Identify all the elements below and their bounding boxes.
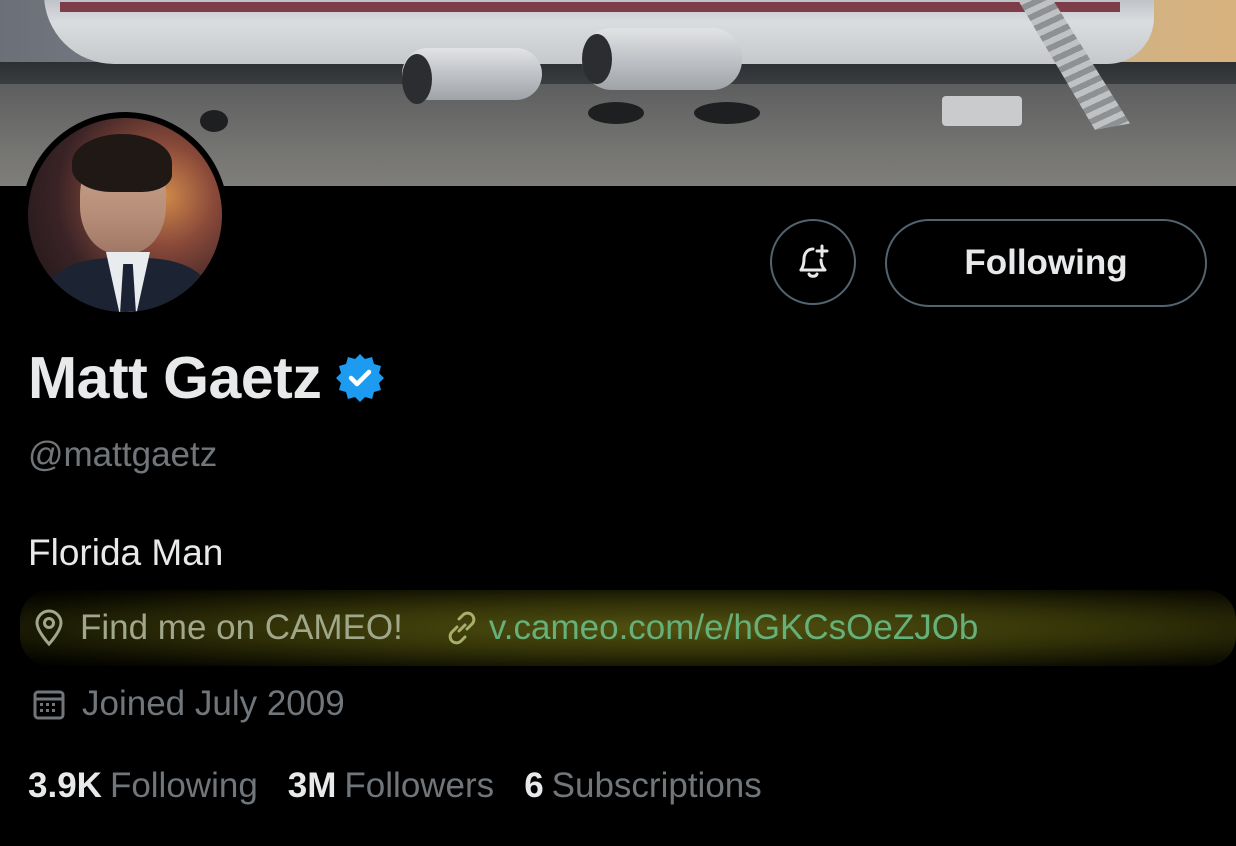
joined-row: Joined July 2009 [30, 684, 345, 724]
airplane-engine-right [582, 28, 742, 90]
stat-subscriptions-count: 6 [524, 766, 544, 805]
location-url-row: Find me on CAMEO! v.cameo.com/e/hGKCsOeZ… [30, 608, 978, 648]
location-pin-icon [35, 609, 63, 647]
username-handle: @mattgaetz [28, 435, 218, 474]
stat-followers-count: 3M [287, 766, 337, 805]
profile-stats: 3.9K Following 3M Followers 6 Subscriptions [28, 766, 792, 806]
stat-following-label: Following [109, 766, 258, 805]
stat-following-count: 3.9K [28, 766, 102, 805]
link-icon [448, 611, 476, 645]
avatar-photo [28, 118, 222, 312]
notifications-button[interactable] [770, 219, 856, 305]
verified-badge-icon[interactable] [335, 353, 385, 403]
stat-followers[interactable]: 3M Followers [288, 766, 494, 806]
stat-followers-label: Followers [344, 766, 495, 805]
stat-subscriptions-label: Subscriptions [551, 766, 762, 805]
airplane-stripe [60, 2, 1120, 12]
ground-vehicle [942, 96, 1022, 126]
following-button[interactable]: Following [885, 219, 1207, 307]
avatar[interactable] [22, 112, 228, 318]
joined-date: Joined July 2009 [82, 684, 345, 723]
website-link[interactable]: v.cameo.com/e/hGKCsOeZJOb [489, 608, 979, 648]
airplane-gear-main-2 [694, 102, 760, 124]
display-name-row: Matt Gaetz [28, 344, 385, 412]
display-name: Matt Gaetz [28, 345, 322, 411]
calendar-icon [33, 690, 65, 720]
stat-following[interactable]: 3.9K Following [28, 766, 258, 806]
bell-plus-icon [799, 244, 829, 278]
airplane-engine-left [402, 48, 542, 104]
bio-text: Florida Man [28, 532, 224, 573]
airplane-gear-front [200, 110, 228, 132]
stat-subscriptions[interactable]: 6 Subscriptions [524, 766, 762, 806]
location-text: Find me on CAMEO! [80, 608, 403, 647]
airplane-gear-main [588, 102, 644, 124]
